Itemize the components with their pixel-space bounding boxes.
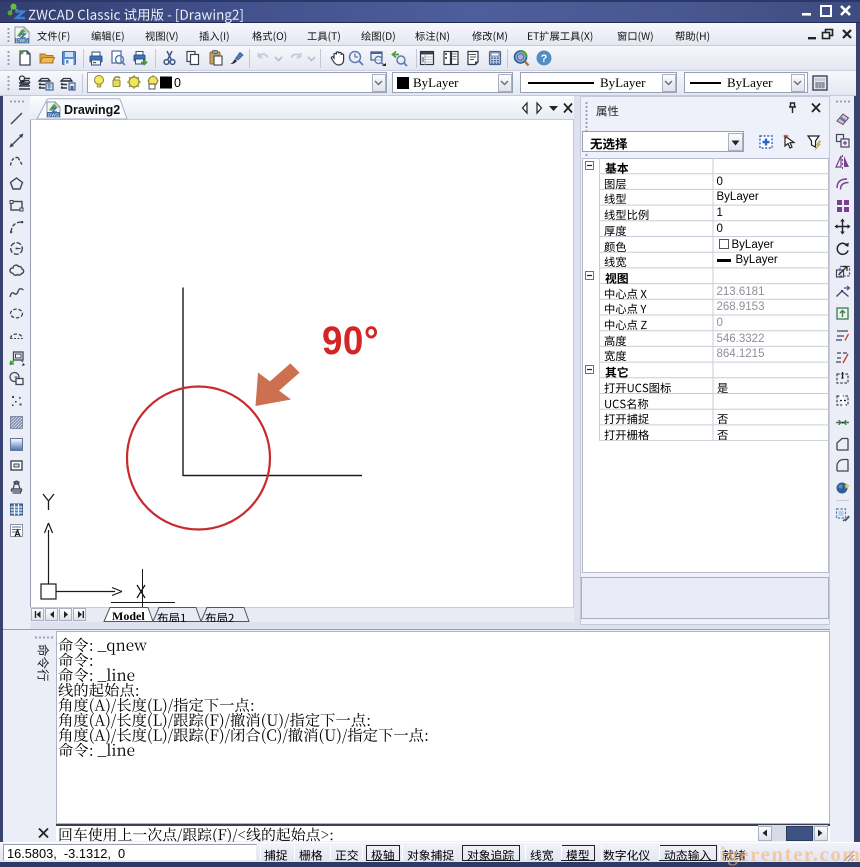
- svg-text:DWG: DWG: [48, 113, 60, 118]
- svg-text:?: ?: [541, 53, 548, 65]
- svg-text:DWG: DWG: [16, 39, 28, 45]
